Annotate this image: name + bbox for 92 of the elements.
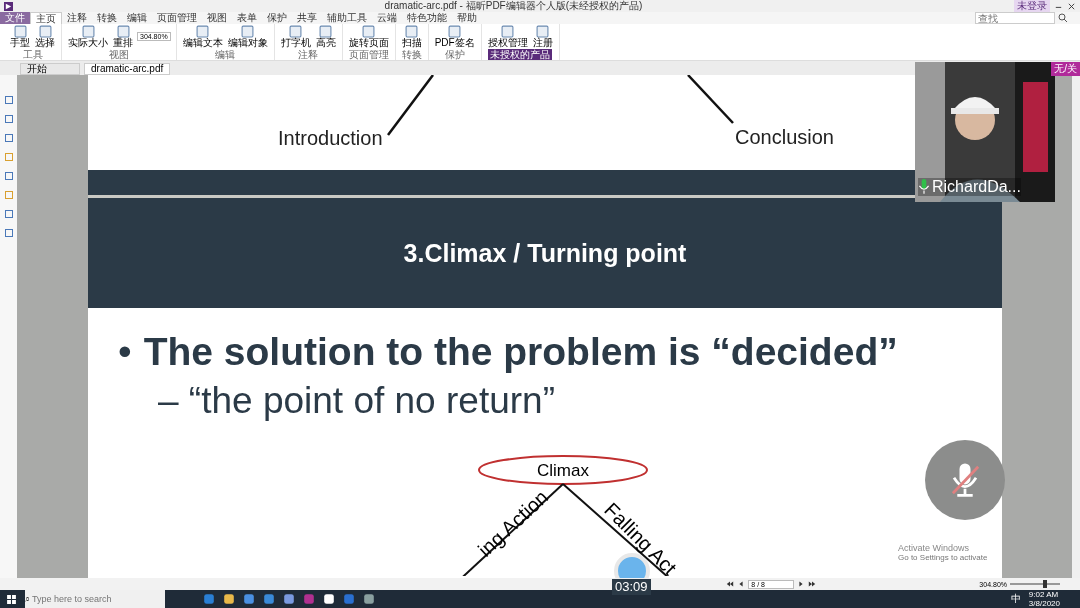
tool-icon: [241, 25, 255, 38]
group-label: 视图: [108, 49, 129, 60]
slide-title: 3.Climax / Turning point: [88, 198, 1002, 308]
search-input[interactable]: Type here to search: [30, 593, 154, 605]
first-page-icon[interactable]: [726, 580, 735, 588]
microphone-icon: [918, 179, 930, 195]
tool-icon: [196, 25, 210, 38]
ribbon-tab[interactable]: 帮助: [452, 12, 482, 24]
clock-time[interactable]: 9:02 AM: [1028, 590, 1060, 599]
ribbon-tool[interactable]: 选择: [34, 25, 56, 48]
tool-icon: [536, 25, 550, 38]
sub-bullet-text: – “the point of no return”: [157, 379, 556, 422]
tool-icon: [319, 25, 333, 38]
app-logo-icon: [4, 1, 13, 11]
ribbon-tab[interactable]: 保护: [262, 12, 292, 24]
zoom-slider-thumb[interactable]: [1043, 580, 1047, 588]
ribbon-tab[interactable]: 特色功能: [402, 12, 452, 24]
tool-icon: [116, 25, 130, 38]
ribbon-tab[interactable]: 主页: [30, 12, 62, 24]
ribbon-tool[interactable]: 注册: [531, 25, 554, 48]
tool-icon: [448, 25, 462, 38]
search-field[interactable]: 查找: [975, 12, 1055, 24]
tool-icon: [289, 25, 303, 38]
tool-icon: [362, 25, 376, 38]
ribbon-tool[interactable]: 编辑对象: [226, 25, 269, 48]
ribbon-tool[interactable]: 重排: [112, 25, 134, 48]
panel-icon[interactable]: [3, 95, 14, 105]
panel-icon[interactable]: [3, 209, 14, 219]
ribbon-tool[interactable]: 手型: [9, 25, 31, 48]
tool-icon: [38, 25, 52, 38]
ribbon-tool[interactable]: 高亮: [314, 25, 337, 48]
panel-icon[interactable]: [3, 190, 14, 200]
group-label: 页面管理: [348, 49, 389, 60]
taskbar-search-field[interactable]: ⌕ Type here to search: [25, 590, 165, 608]
panel-icon[interactable]: [3, 133, 14, 143]
ribbon-tab[interactable]: 云端: [372, 12, 402, 24]
tool-icon: [81, 25, 95, 38]
ribbon-tool[interactable]: 扫描: [400, 25, 423, 48]
participant-name: RichardDa...: [932, 178, 1021, 196]
close-icon[interactable]: [1067, 1, 1076, 11]
ribbon-tab[interactable]: 视图: [202, 12, 232, 24]
ribbon-tool[interactable]: 实际大小: [67, 25, 109, 48]
window-title: dramatic-arc.pdf - 福昕PDF编辑器个人版(未经授权的产品): [383, 0, 644, 13]
activation-hint: Go to Settings to activate: [898, 553, 988, 562]
clock-date[interactable]: 3/8/2020: [1028, 599, 1060, 608]
ribbon-tab[interactable]: 表单: [232, 12, 262, 24]
diagram-label: Introduction: [278, 127, 383, 150]
bullet-mark: •: [118, 330, 132, 374]
ribbon-tab[interactable]: 页面管理: [152, 12, 202, 24]
group-label: 注释: [298, 49, 319, 60]
last-page-icon[interactable]: [808, 580, 817, 588]
ribbon-tool[interactable]: 授权管理: [486, 25, 529, 48]
ribbon-tool[interactable]: 打字机: [279, 25, 312, 48]
taskbar-app-icon[interactable]: [223, 593, 235, 605]
panel-icon[interactable]: [3, 228, 14, 238]
search-icon[interactable]: [1058, 13, 1068, 23]
diagram-label: Climax: [537, 461, 589, 480]
scrollbar[interactable]: [1072, 75, 1080, 578]
bullet-text: The solution to the problem is “decided”: [143, 330, 898, 374]
tool-icon: [501, 25, 515, 38]
document-tab[interactable]: 开始: [20, 63, 80, 75]
document-tab[interactable]: dramatic-arc.pdf: [84, 63, 171, 75]
ribbon-tab[interactable]: 编辑: [122, 12, 152, 24]
ribbon-tool[interactable]: 旋转页面: [347, 25, 390, 48]
ribbon-tab[interactable]: 文件: [0, 12, 30, 24]
activation-notice: Activate Windows: [898, 543, 971, 553]
group-label: 保护: [444, 49, 465, 60]
taskbar-app-icon[interactable]: [323, 593, 335, 605]
previous-page-icon[interactable]: [737, 580, 746, 588]
arc-line: [387, 75, 434, 136]
ribbon-tool[interactable]: PDF签名: [433, 25, 476, 48]
panel-icon[interactable]: [3, 114, 14, 124]
ribbon-tab[interactable]: 转换: [92, 12, 122, 24]
diagram-label: Conclusion: [735, 126, 834, 149]
group-label: 工具: [22, 49, 43, 60]
group-label: 未授权的产品: [488, 49, 553, 60]
side-badge[interactable]: 无/关: [1051, 62, 1080, 76]
tool-icon: [405, 25, 419, 38]
recording-timer: 03:09: [612, 579, 651, 595]
search-icon: ⌕: [25, 593, 30, 605]
arc-line: [687, 75, 734, 124]
panel-icon[interactable]: [3, 152, 14, 162]
group-label: 编辑: [215, 49, 236, 60]
ribbon-tab[interactable]: 共享: [292, 12, 322, 24]
group-label: 转换: [401, 49, 422, 60]
tool-icon: [13, 25, 27, 38]
ribbon-tab[interactable]: 辅助工具: [322, 12, 372, 24]
input-method-indicator[interactable]: 中: [1010, 592, 1021, 606]
panel-icon[interactable]: [3, 171, 14, 181]
windows-start-icon[interactable]: [6, 593, 17, 605]
ribbon-tool[interactable]: 编辑文本: [181, 25, 224, 48]
ribbon-tab[interactable]: 注释: [62, 12, 92, 24]
